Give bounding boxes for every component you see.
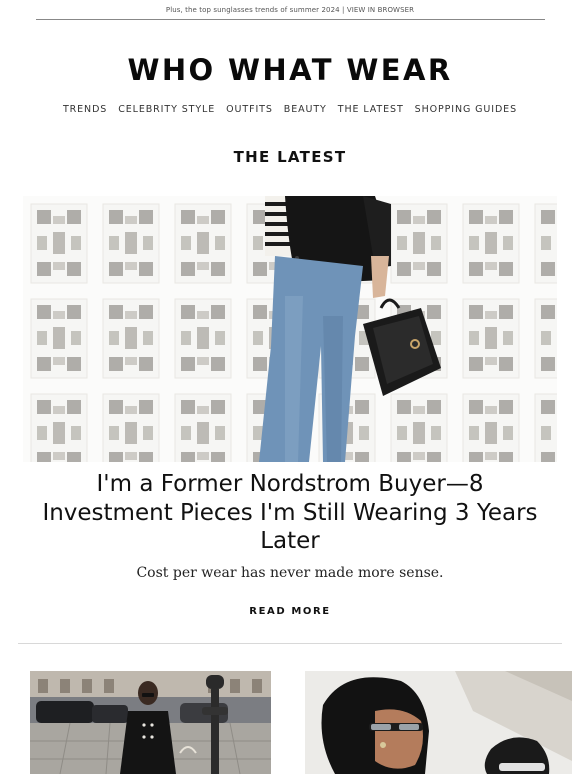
thumb-left-illustration bbox=[30, 671, 271, 774]
feature-headline[interactable]: I'm a Former Nordstrom Buyer—8 Investmen… bbox=[40, 470, 540, 556]
preheader-text: Plus, the top sunglasses trends of summe… bbox=[165, 6, 340, 14]
preheader-divider bbox=[36, 19, 545, 20]
preheader-separator: | bbox=[342, 6, 345, 14]
nav-item-the-latest[interactable]: THE LATEST bbox=[338, 104, 404, 115]
section-divider bbox=[18, 643, 562, 644]
nav-item-outfits[interactable]: OUTFITS bbox=[226, 104, 273, 115]
article-thumbnail-right[interactable] bbox=[305, 671, 572, 774]
nav-item-beauty[interactable]: BEAUTY bbox=[284, 104, 327, 115]
brand-logo[interactable]: WHO WHAT WEAR bbox=[0, 52, 580, 88]
feature-hero-image[interactable] bbox=[23, 196, 557, 462]
preheader: Plus, the top sunglasses trends of summe… bbox=[0, 0, 580, 20]
thumb-right-illustration bbox=[305, 671, 572, 774]
nav-item-celebrity-style[interactable]: CELEBRITY STYLE bbox=[118, 104, 215, 115]
nav-item-shopping-guides[interactable]: SHOPPING GUIDES bbox=[415, 104, 517, 115]
feature-dek: Cost per wear has never made more sense. bbox=[136, 565, 444, 581]
section-title: THE LATEST bbox=[233, 148, 347, 166]
read-more-link[interactable]: READ MORE bbox=[0, 606, 580, 617]
article-thumbnail-left[interactable] bbox=[30, 671, 271, 774]
nav-item-trends[interactable]: TRENDS bbox=[63, 104, 107, 115]
main-nav: TRENDS CELEBRITY STYLE OUTFITS BEAUTY TH… bbox=[0, 104, 580, 115]
view-in-browser-link[interactable]: VIEW IN BROWSER bbox=[347, 6, 414, 14]
hero-photo-illustration bbox=[23, 196, 557, 462]
